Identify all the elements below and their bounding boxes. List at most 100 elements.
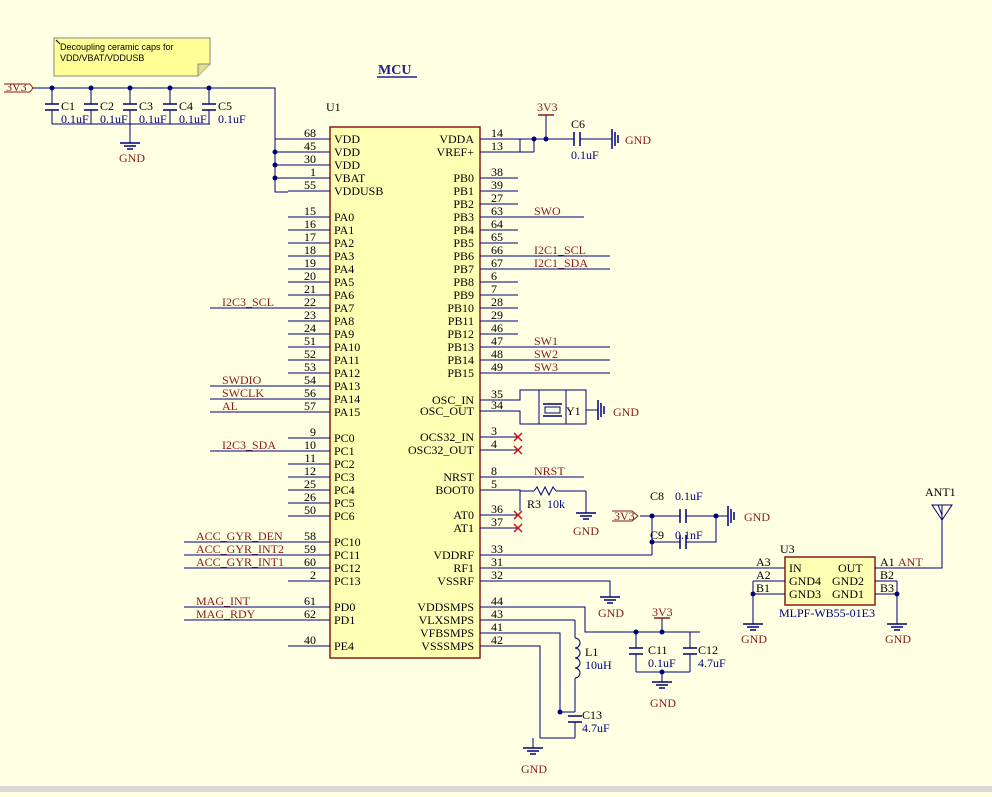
junction-dot: [167, 85, 173, 91]
u1-pin-number: 20: [304, 269, 316, 283]
u1-pin-name: PA6: [334, 288, 354, 302]
u1-pin-name: PB1: [453, 184, 474, 198]
u1-pin-number: 64: [491, 217, 503, 231]
u1-pin-number: 38: [491, 165, 503, 179]
net-label: I2C1_SCL: [534, 243, 586, 257]
u1-pin-name: PC6: [334, 509, 355, 523]
c11-value: 0.1uF: [648, 656, 676, 670]
u1-pin-name: VFBSMPS: [420, 626, 474, 640]
u1-pin-name: PA0: [334, 210, 354, 224]
net-label: MAG_INT: [196, 594, 251, 608]
net-label: SWDIO: [222, 373, 262, 387]
u1-pin-number: 59: [304, 542, 316, 556]
crystal-y1: Y1 GND: [480, 389, 639, 425]
u1-pin-number: 65: [491, 230, 503, 244]
junction-dot: [206, 85, 212, 91]
c12-value: 4.7uF: [698, 656, 726, 670]
u1-pin-number: 66: [491, 243, 503, 257]
u1-pin-number: 26: [304, 490, 316, 504]
vdda-supply: 3V3 C6 0.1uF GND: [480, 100, 651, 162]
u1-pin-name: VLXSMPS: [419, 613, 474, 627]
gnd-label-c11: GND: [650, 696, 676, 710]
u1-pin-name: AT0: [453, 508, 474, 522]
y1-ref: Y1: [566, 404, 581, 418]
u1-pin-name: AT1: [453, 521, 474, 535]
net-label: SW1: [534, 334, 558, 348]
u1-pin-number: 55: [304, 178, 316, 192]
u1-pin-number: 28: [491, 295, 503, 309]
u1-pin-name: PC2: [334, 457, 355, 471]
u1-pin-name: VDDA: [439, 132, 474, 146]
net-label: ACC_GYR_INT2: [196, 542, 284, 556]
u1-pin-name: OCS32_IN: [420, 430, 474, 444]
u1-pin-name: PA12: [334, 366, 360, 380]
u1-pin-name: PC5: [334, 496, 355, 510]
u1-pin-name: PB3: [453, 210, 474, 224]
u1-pin-number: 21: [304, 282, 316, 296]
u1-pin-name: VDDUSB: [334, 184, 383, 198]
c13-value: 4.7uF: [582, 721, 610, 735]
gnd-decoupling: GND: [119, 124, 145, 165]
u1-pin-name: PE4: [334, 639, 354, 653]
v33-label-smps: 3V3: [652, 605, 673, 619]
u3-pinnum-b3: B3: [880, 581, 894, 595]
u1-pin-number: 58: [304, 529, 316, 543]
gnd-label-u3-right: GND: [885, 632, 911, 646]
u1-pin-number: 41: [491, 620, 503, 634]
u1-pin-number: 33: [491, 542, 503, 556]
left-net-labels: I2C3_SCLSWDIOSWCLKALI2C3_SDAACC_GYR_DENA…: [184, 295, 288, 621]
u1-pin-number: 1: [310, 165, 316, 179]
u1-pin-name: VSSSMPS: [421, 639, 474, 653]
net-label: AL: [222, 399, 238, 413]
u1-pin-name: PA11: [334, 353, 360, 367]
decoupling-caps: C10.1uFC20.1uFC30.1uFC40.1uFC50.1uF: [45, 85, 246, 126]
u1-pin-number: 51: [304, 334, 316, 348]
u3-pin-gnd4: GND4: [789, 574, 821, 588]
u1-pin-name: VBAT: [334, 171, 366, 185]
r3-value: 10k: [547, 497, 565, 511]
u1-pin-name: VSSRF: [437, 574, 474, 588]
u1-pin-name: PC12: [334, 561, 361, 575]
net-label: SWO: [534, 204, 561, 218]
u3-pinnum-b1: B1: [756, 581, 770, 595]
net-label: NRST: [534, 464, 565, 478]
u1-pin-name: PB13: [447, 340, 474, 354]
v33-label-left: 3V3: [6, 80, 27, 94]
u1-pin-name: PB4: [453, 223, 474, 237]
u1-pin-name: PA2: [334, 236, 354, 250]
horizontal-scrollbar[interactable]: [0, 786, 992, 792]
u3-pinnum-a3: A3: [756, 555, 771, 569]
cap-value: 0.1uF: [61, 112, 89, 126]
gnd-label-u3-left: GND: [741, 632, 767, 646]
net-label: I2C1_SDA: [534, 256, 588, 270]
u1-pin-name: PC3: [334, 470, 355, 484]
net-label: SW3: [534, 360, 558, 374]
u1-pin-number: 56: [304, 386, 316, 400]
u1-pin-name: PC0: [334, 431, 355, 445]
ant1-ref: ANT1: [925, 485, 956, 499]
cap-ref: C4: [179, 99, 193, 113]
u1-pin-name: PD0: [334, 600, 355, 614]
u1-pin-name: OSC32_OUT: [408, 443, 475, 457]
l1-ref: L1: [585, 645, 598, 659]
u1-pin-number: 57: [304, 399, 316, 413]
schematic-canvas: MCU Decoupling ceramic caps for VDD/VBAT…: [0, 0, 992, 792]
gnd-label-c8: GND: [744, 510, 770, 524]
gnd-label-decoupling: GND: [119, 151, 145, 165]
u1-pin-name: PB0: [453, 171, 474, 185]
u1-pin-number: 9: [310, 425, 316, 439]
c9-value: 0.1nF: [675, 528, 703, 542]
net-label: MAG_RDY: [196, 607, 256, 621]
u1-pin-number: 15: [304, 204, 316, 218]
u1-pin-name: PB10: [447, 301, 474, 315]
u1-pin-number: 31: [491, 555, 503, 569]
u1-ref: U1: [326, 100, 341, 114]
u1-pin-name: PA7: [334, 301, 354, 315]
u1-pin-number: 2: [310, 568, 316, 582]
u1-pin-number: 44: [491, 594, 503, 608]
u1-pin-name: PB12: [447, 327, 474, 341]
u3-ref: U3: [780, 542, 795, 556]
u1-pin-number: 37: [491, 515, 503, 529]
u1-pin-name: PA1: [334, 223, 354, 237]
note-line-2: VDD/VBAT/VDDUSB: [60, 53, 144, 63]
